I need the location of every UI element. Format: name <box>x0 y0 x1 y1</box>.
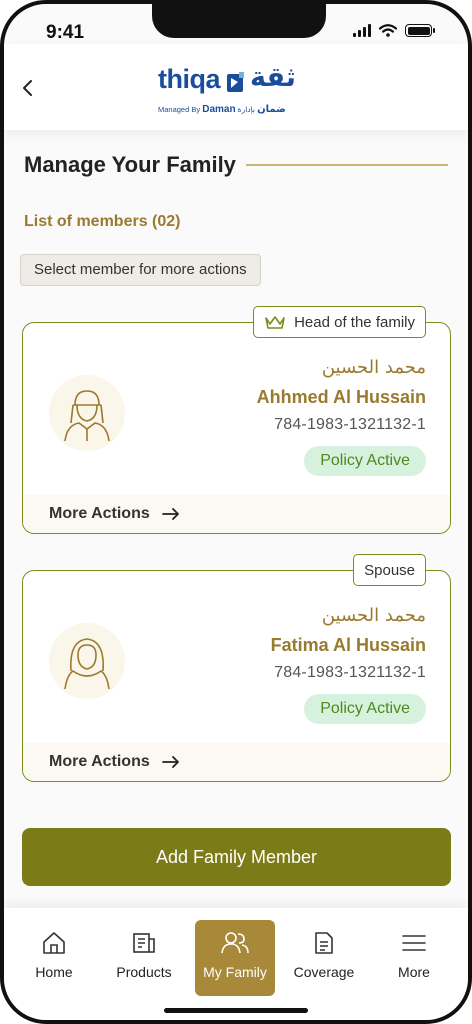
member-tag: Head of the family <box>253 306 426 338</box>
member-tag-label: Spouse <box>364 561 415 579</box>
member-name-ar: محمد الحسين <box>321 357 426 378</box>
nav-home[interactable]: Home <box>14 920 94 996</box>
member-card[interactable]: Spouse محمد الحسين Fatima Al Hussain 784… <box>22 554 451 782</box>
member-emirates-id: 784-1983-1321132-1 <box>274 416 426 433</box>
nav-products[interactable]: Products <box>104 920 184 996</box>
home-icon <box>43 932 65 954</box>
logo-mark-icon <box>227 72 244 92</box>
member-tag-label: Head of the family <box>294 313 415 331</box>
more-actions-label: More Actions <box>49 753 150 770</box>
member-emirates-id: 784-1983-1321132-1 <box>274 664 426 681</box>
arrow-right-icon <box>161 508 179 520</box>
thiqa-logo: thiqa ثقة Managed By Daman ضمان بإدارة <box>154 62 314 118</box>
member-tag: Spouse <box>353 554 426 586</box>
add-family-member-button[interactable]: Add Family Member <box>22 828 451 886</box>
status-icons <box>353 24 435 37</box>
nav-coverage-label: Coverage <box>293 964 355 980</box>
page-title: Manage Your Family <box>24 152 236 177</box>
title-divider <box>245 164 448 166</box>
bottom-nav: Home Products My Family Coverage More <box>4 908 468 1020</box>
battery-icon <box>405 24 435 37</box>
nav-products-label: Products <box>116 964 172 980</box>
menu-icon <box>402 935 426 951</box>
nav-coverage[interactable]: Coverage <box>284 920 364 996</box>
more-actions-label: More Actions <box>49 505 150 522</box>
nav-more[interactable]: More <box>374 920 454 996</box>
policy-status-badge: Policy Active <box>304 446 426 476</box>
member-name-en: Fatima Al Hussain <box>270 635 426 655</box>
member-info: محمد الحسين Ahhmed Al Hussain 784-1983-1… <box>257 357 426 476</box>
hint-chip: Select member for more actions <box>20 254 261 286</box>
back-arrow-icon[interactable] <box>18 78 38 98</box>
more-actions-button[interactable]: More Actions <box>23 743 450 781</box>
logo-text-ar: ثقة <box>250 62 296 93</box>
nav-my-family-label: My Family <box>203 964 267 980</box>
members-count: List of members (02) <box>24 213 181 230</box>
logo-sub-by-ar: بإدارة <box>237 105 256 114</box>
signal-icon <box>353 24 371 37</box>
male-avatar-icon <box>49 375 125 451</box>
logo-subtitle: Managed By Daman ضمان بإدارة <box>158 104 286 115</box>
member-info: محمد الحسين Fatima Al Hussain 784-1983-1… <box>271 605 426 724</box>
logo-text-en: thiqa <box>158 64 221 94</box>
phone-frame: 9:41 thiqa ثقة Managed By Daman ضمان بإد… <box>0 0 472 1024</box>
logo-sub-managed: Managed By <box>158 105 201 114</box>
status-time: 9:41 <box>46 22 85 43</box>
document-icon <box>315 932 333 954</box>
notch <box>152 4 326 38</box>
home-indicator <box>164 1008 308 1013</box>
nav-more-label: More <box>398 964 430 980</box>
female-avatar-icon <box>49 623 125 699</box>
policy-status-badge: Policy Active <box>304 694 426 724</box>
more-actions-button[interactable]: More Actions <box>23 495 450 533</box>
arrow-right-icon <box>161 756 179 768</box>
app-header: thiqa ثقة Managed By Daman ضمان بإدارة <box>4 44 468 130</box>
logo-sub-daman: Daman <box>202 104 236 115</box>
nav-home-label: Home <box>35 964 73 980</box>
member-name-en: Ahhmed Al Hussain <box>256 387 426 407</box>
member-card[interactable]: Head of the family محمد الحسين Ahhmed Al… <box>22 306 451 534</box>
nav-my-family[interactable]: My Family <box>195 920 275 996</box>
family-icon <box>221 932 249 954</box>
wifi-icon <box>379 24 397 37</box>
title-row: Manage Your Family <box>24 152 448 178</box>
logo-sub-daman-ar: ضمان <box>257 104 286 115</box>
crown-icon <box>265 316 285 329</box>
products-icon <box>133 933 155 953</box>
member-name-ar: محمد الحسين <box>321 605 426 626</box>
